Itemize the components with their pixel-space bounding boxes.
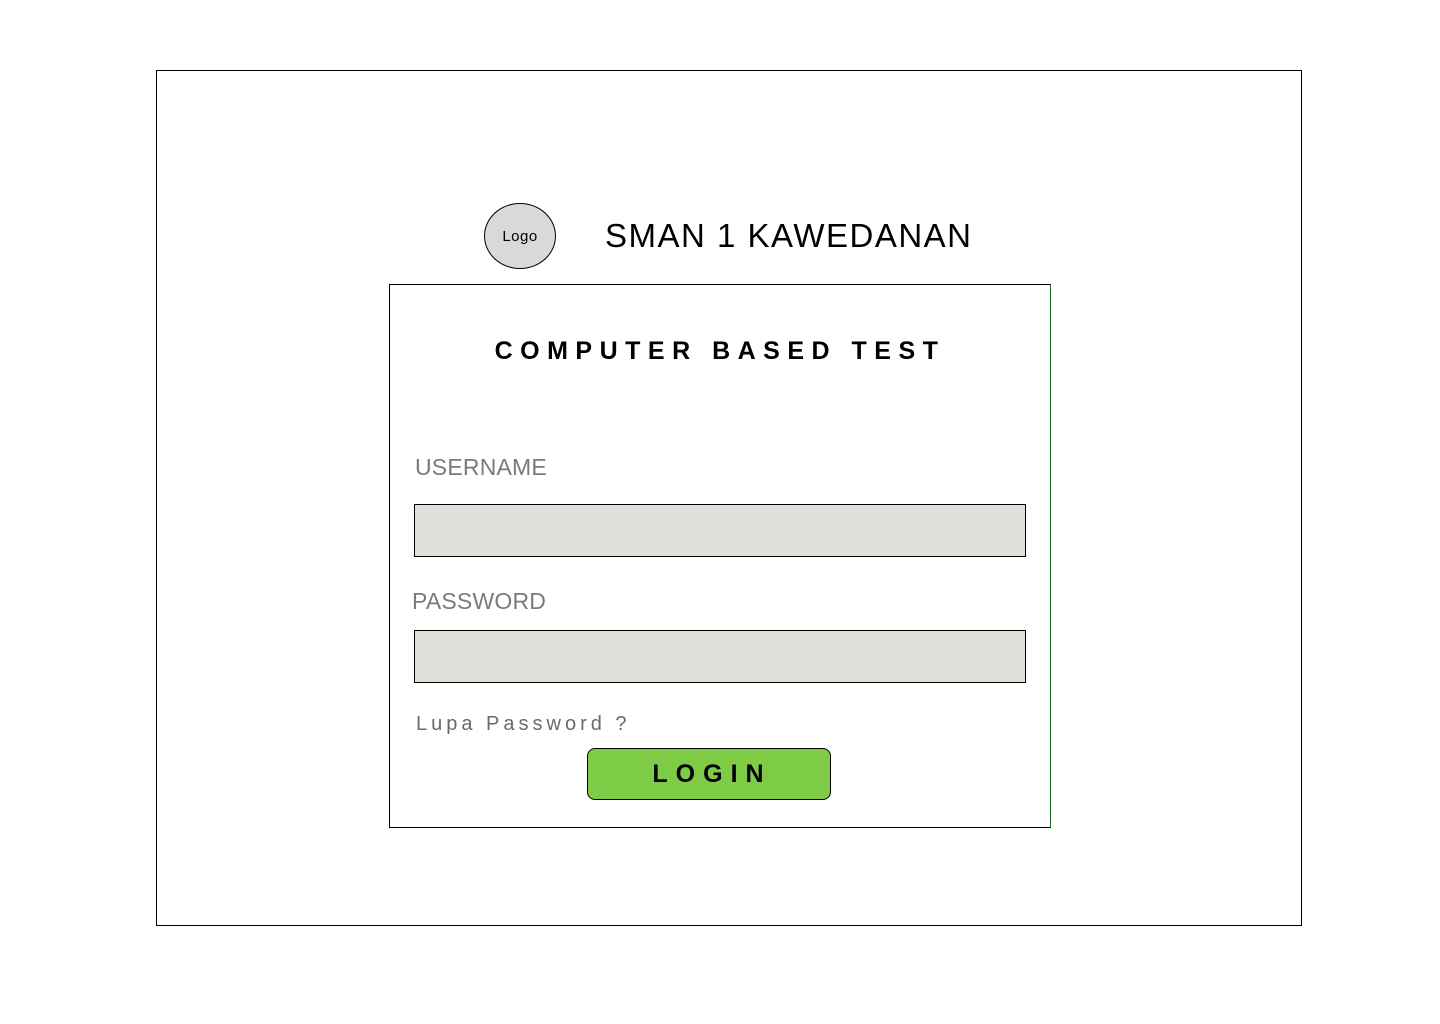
school-logo: Logo bbox=[484, 203, 556, 269]
username-label: USERNAME bbox=[415, 454, 547, 480]
school-name: SMAN 1 KAWEDANAN bbox=[605, 217, 973, 254]
login-title: COMPUTER BASED TEST bbox=[494, 337, 946, 365]
username-input[interactable] bbox=[414, 504, 1026, 557]
password-input[interactable] bbox=[414, 630, 1026, 683]
logo-text: Logo bbox=[502, 227, 538, 245]
forgot-password-link[interactable]: Lupa Password ? bbox=[416, 712, 631, 736]
password-label: PASSWORD bbox=[412, 588, 547, 614]
login-button[interactable]: LOGIN bbox=[587, 748, 831, 800]
